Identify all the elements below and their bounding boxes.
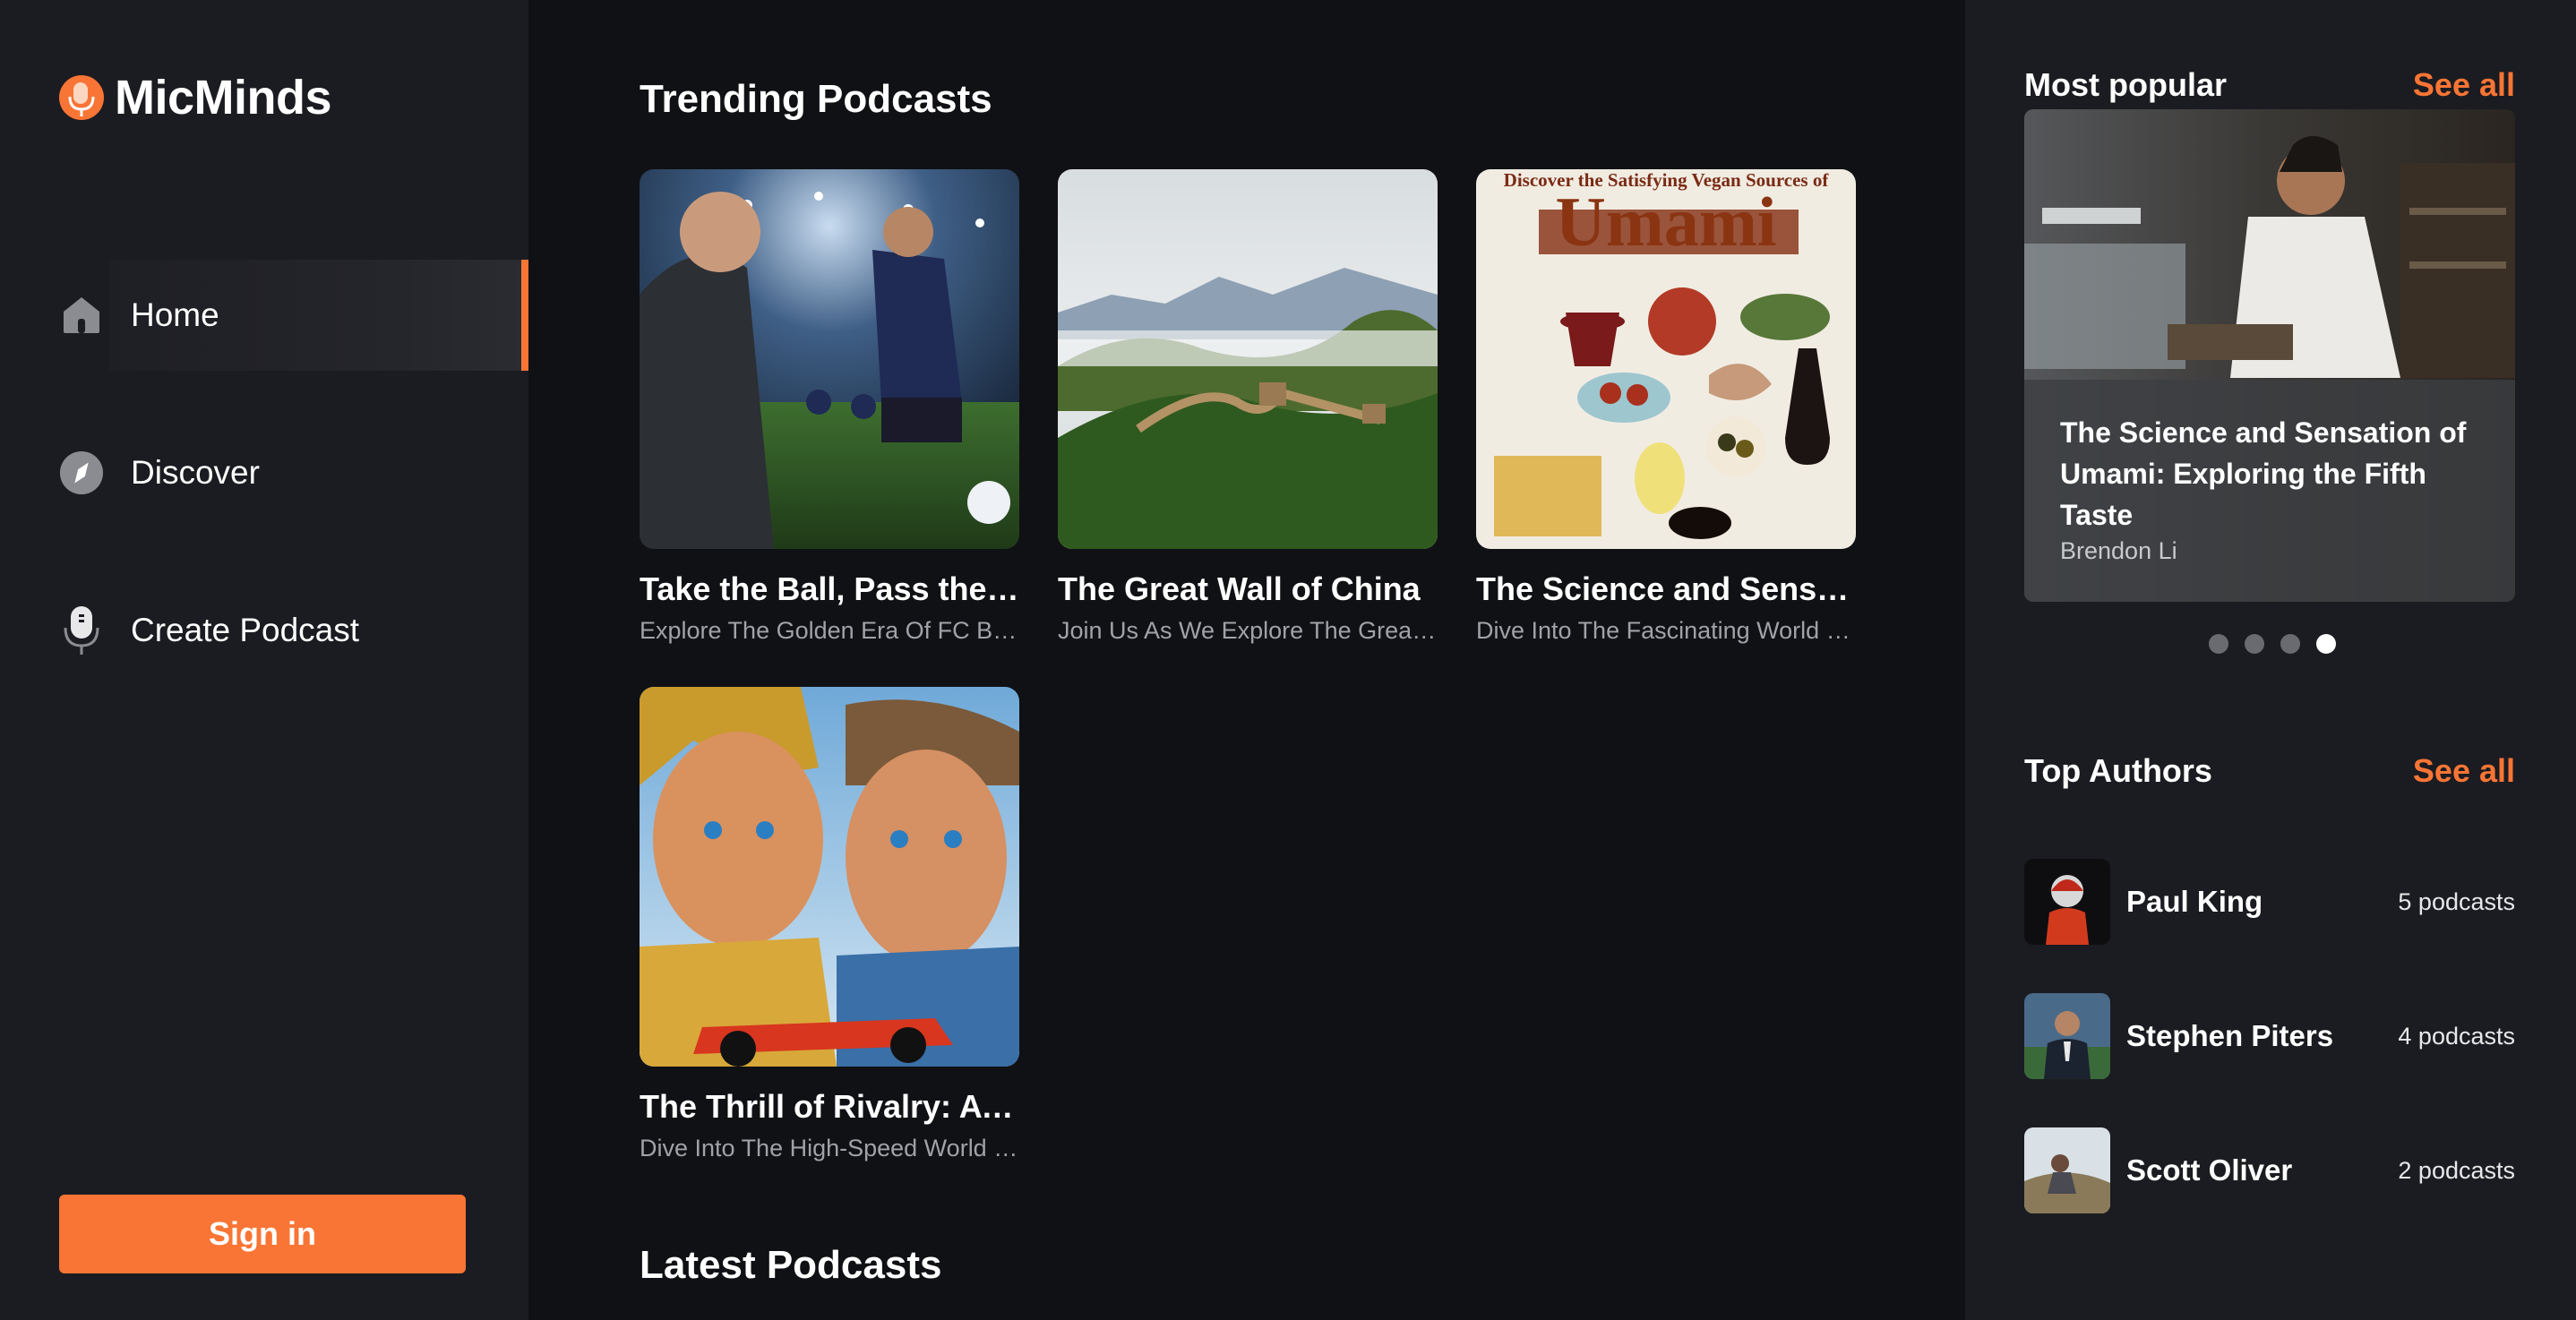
avatar — [2024, 993, 2110, 1079]
podcast-card[interactable]: Take the Ball, Pass the Ball: Messi Expl… — [640, 169, 1019, 645]
carousel-dot[interactable] — [2209, 634, 2228, 654]
author-row[interactable]: Stephen Piters 4 podcasts — [2024, 993, 2515, 1079]
author-row[interactable]: Scott Oliver 2 podcasts — [2024, 1127, 2515, 1213]
podcast-description: Join Us As We Explore The Great Wall — [1058, 617, 1438, 644]
podcast-card[interactable]: Discover the Satisfying Vegan Sources of… — [1476, 169, 1856, 645]
nav-item-create-podcast[interactable]: Create Podcast — [0, 575, 528, 686]
microphone-icon — [59, 606, 104, 655]
author-name: Stephen Piters — [2126, 1019, 2334, 1052]
podcast-thumbnail-great-wall — [1058, 169, 1438, 549]
thumbnail-umami-word-art: Umami — [1555, 183, 1777, 261]
app-logo[interactable]: MicMinds — [57, 70, 332, 125]
most-popular-header: Most popular See all — [2024, 66, 2515, 104]
popular-carousel-slide[interactable]: The Science and Sensation of Umami: Expl… — [2024, 109, 2515, 602]
author-row[interactable]: Paul King 5 podcasts — [2024, 859, 2515, 945]
podcast-thumbnail-umami: Discover the Satisfying Vegan Sources of… — [1476, 169, 1856, 549]
most-popular-title: Most popular — [2024, 66, 2227, 103]
nav-label-create-podcast: Create Podcast — [131, 612, 360, 648]
podcast-title: Take the Ball, Pass the Ball: Messi — [640, 570, 1019, 607]
avatar — [2024, 1127, 2110, 1213]
author-name: Scott Oliver — [2126, 1153, 2293, 1187]
nav-label-discover: Discover — [131, 454, 260, 491]
podcast-description: Dive Into The Fascinating World of Umami — [1476, 617, 1856, 644]
author-podcast-count: 5 podcasts — [2398, 887, 2515, 915]
podcast-description: Dive Into The High-Speed World of F1 — [640, 1135, 1019, 1161]
popular-slide-title: The Science and Sensation of Umami: Expl… — [2060, 416, 2467, 531]
carousel-dot-active[interactable] — [2316, 634, 2336, 654]
carousel-dots — [2209, 634, 2336, 654]
popular-slide-author: Brendon Li — [2060, 537, 2177, 564]
podcast-card[interactable]: The Thrill of Rivalry: A Formula One Sto… — [640, 687, 1019, 1162]
carousel-dot[interactable] — [2245, 634, 2264, 654]
most-popular-see-all-link[interactable]: See all — [2413, 66, 2515, 104]
home-icon — [59, 293, 104, 338]
avatar — [2024, 859, 2110, 945]
podcast-thumbnail-formula-one — [640, 687, 1019, 1067]
podcast-title: The Science and Sensation of Umami — [1476, 570, 1856, 607]
trending-podcasts-title: Trending Podcasts — [640, 77, 992, 121]
author-name: Paul King — [2126, 885, 2263, 918]
main-content: Trending Podcasts Take the Ball, Pass th… — [528, 0, 1965, 1320]
author-podcast-count: 4 podcasts — [2398, 1022, 2515, 1050]
microphone-logo-icon — [57, 73, 106, 122]
nav-item-home[interactable]: Home — [0, 260, 528, 371]
nav-label-home: Home — [131, 296, 219, 333]
right-sidebar: Most popular See all The Science and Sen… — [1965, 0, 2576, 1320]
carousel-dot[interactable] — [2280, 634, 2300, 654]
app-name: MicMinds — [115, 71, 332, 124]
podcast-thumbnail-football — [640, 169, 1019, 549]
podcast-title: The Thrill of Rivalry: A Formula One Sto… — [640, 1088, 1019, 1125]
top-authors-title: Top Authors — [2024, 752, 2212, 789]
podcast-card[interactable]: The Great Wall of China Join Us As We Ex… — [1058, 169, 1438, 645]
sign-in-button[interactable]: Sign in — [59, 1195, 466, 1273]
compass-icon — [59, 450, 104, 495]
nav-item-discover[interactable]: Discover — [0, 417, 528, 528]
podcast-title: The Great Wall of China — [1058, 570, 1421, 607]
latest-podcasts-title: Latest Podcasts — [640, 1243, 942, 1287]
nav-active-indicator — [521, 260, 528, 371]
podcast-description: Explore The Golden Era Of FC Barcelona — [640, 617, 1019, 644]
top-authors-header: Top Authors See all — [2024, 752, 2515, 790]
top-authors-see-all-link[interactable]: See all — [2413, 752, 2515, 790]
left-sidebar: MicMinds Home Discover Create Podcast Si… — [0, 0, 528, 1320]
author-podcast-count: 2 podcasts — [2398, 1156, 2515, 1184]
